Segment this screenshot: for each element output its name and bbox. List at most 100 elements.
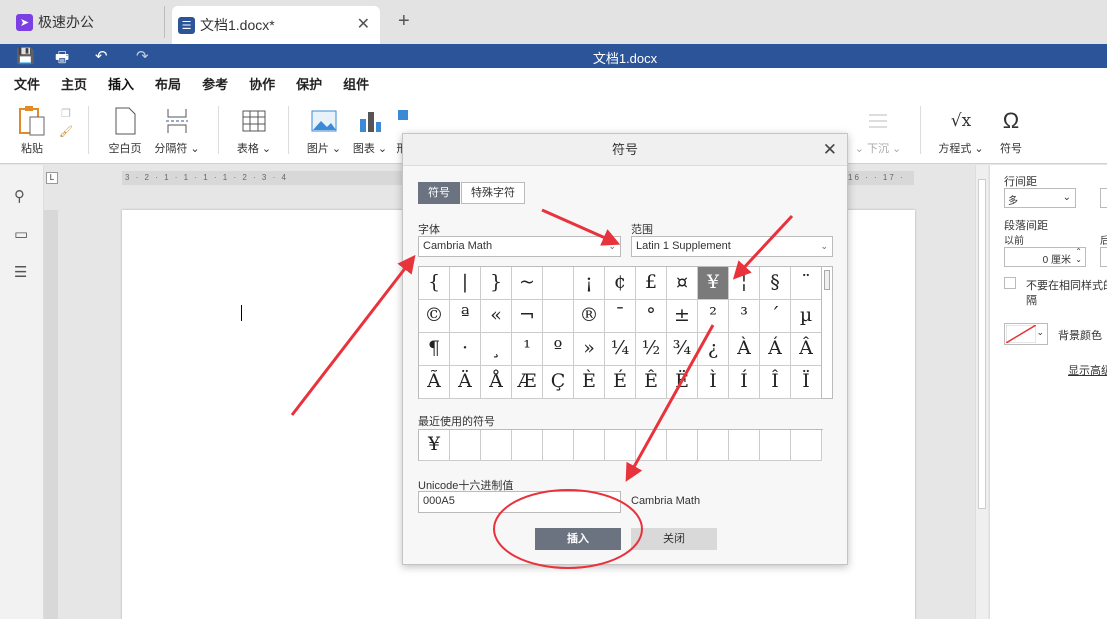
vertical-ruler[interactable] bbox=[44, 210, 58, 619]
recent-symbol-cell[interactable] bbox=[481, 430, 512, 461]
symbol-cell[interactable]: ´ bbox=[760, 300, 791, 333]
font-select[interactable]: Cambria Math ⌄ bbox=[418, 236, 621, 257]
same-style-checkbox[interactable] bbox=[1004, 277, 1016, 289]
symbol-cell[interactable]: { bbox=[419, 267, 450, 300]
close-button[interactable]: 关闭 bbox=[631, 528, 717, 550]
symbol-cell[interactable]: © bbox=[419, 300, 450, 333]
symbol-cell[interactable]: É bbox=[605, 366, 636, 399]
symbol-cell[interactable]: £ bbox=[636, 267, 667, 300]
menu-protect[interactable]: 保护 bbox=[296, 74, 322, 93]
symbol-cell[interactable]: ½ bbox=[636, 333, 667, 366]
menu-references[interactable]: 参考 bbox=[202, 74, 228, 93]
recent-symbol-cell[interactable] bbox=[605, 430, 636, 461]
copy-format-button[interactable]: ❐ 🖌 bbox=[56, 106, 76, 142]
recent-symbol-cell[interactable] bbox=[574, 430, 605, 461]
equation-button[interactable]: √x 方程式 ⌄ bbox=[936, 106, 986, 156]
symbol-cell[interactable]: ± bbox=[667, 300, 698, 333]
symbol-cell[interactable]: ¬ bbox=[512, 300, 543, 333]
recent-symbol-cell[interactable] bbox=[512, 430, 543, 461]
menu-collaborate[interactable]: 协作 bbox=[249, 74, 275, 93]
symbol-cell[interactable]: Ç bbox=[543, 366, 574, 399]
symbol-button[interactable]: Ω 符号 bbox=[996, 106, 1026, 156]
menu-insert[interactable]: 插入 bbox=[108, 74, 135, 100]
recent-symbol-cell[interactable] bbox=[667, 430, 698, 461]
symbol-cell[interactable]: È bbox=[574, 366, 605, 399]
symbol-cell[interactable]: ¹ bbox=[512, 333, 543, 366]
picture-button[interactable]: 图片 ⌄ bbox=[304, 106, 344, 156]
table-button[interactable]: 表格 ⌄ bbox=[234, 106, 274, 156]
symbol-cell[interactable]: ¡ bbox=[574, 267, 605, 300]
recent-symbol-cell[interactable] bbox=[450, 430, 481, 461]
recent-symbol-cell[interactable] bbox=[543, 430, 574, 461]
line-spacing-value-field[interactable] bbox=[1100, 188, 1107, 208]
symbol-cell[interactable]: ¸ bbox=[481, 333, 512, 366]
tab-symbol[interactable]: 符号 bbox=[418, 182, 460, 204]
symbol-cell[interactable]: Á bbox=[760, 333, 791, 366]
chart-button[interactable]: 图表 ⌄ bbox=[350, 106, 390, 156]
menu-file[interactable]: 文件 bbox=[14, 74, 40, 93]
symbol-cell[interactable]: Æ bbox=[512, 366, 543, 399]
vertical-scrollbar[interactable] bbox=[975, 165, 988, 619]
spacing-after-input[interactable] bbox=[1100, 247, 1107, 267]
symbol-cell[interactable]: ® bbox=[574, 300, 605, 333]
range-select[interactable]: Latin 1 Supplement ⌄ bbox=[631, 236, 833, 257]
symbol-cell[interactable]: Ä bbox=[450, 366, 481, 399]
tab-document[interactable]: ☰ 文档1.docx* ✕ bbox=[172, 6, 380, 44]
unicode-hex-input[interactable]: 000A5 bbox=[418, 491, 621, 513]
symbol-cell[interactable]: } bbox=[481, 267, 512, 300]
outline-icon[interactable]: ☰ bbox=[14, 263, 27, 281]
recent-symbol-cell[interactable] bbox=[636, 430, 667, 461]
symbol-cell[interactable]: ³ bbox=[729, 300, 760, 333]
recent-symbol-cell[interactable] bbox=[760, 430, 791, 461]
symbol-cell[interactable]: Í bbox=[729, 366, 760, 399]
menu-layout[interactable]: 布局 bbox=[155, 74, 181, 93]
spacing-before-input[interactable]: 0 厘米 ⌃ ⌄ bbox=[1004, 247, 1086, 267]
close-icon[interactable]: ✕ bbox=[823, 140, 837, 160]
close-tab-icon[interactable]: ✕ bbox=[357, 14, 370, 34]
symbol-cell[interactable]: Ë bbox=[667, 366, 698, 399]
insert-button[interactable]: 插入 bbox=[535, 528, 621, 550]
symbol-grid-scrollbar[interactable] bbox=[821, 266, 833, 399]
scrollbar-thumb[interactable] bbox=[824, 270, 830, 290]
tab-stop-selector[interactable]: L bbox=[46, 172, 58, 184]
search-icon[interactable]: ⚲ bbox=[14, 187, 25, 205]
symbol-cell[interactable]: Ã bbox=[419, 366, 450, 399]
symbol-cell[interactable]: Ï bbox=[791, 366, 822, 399]
new-tab-icon[interactable]: + bbox=[398, 10, 410, 33]
line-spacing-select[interactable]: 多 ⌄ bbox=[1004, 188, 1076, 208]
symbol-cell[interactable]: § bbox=[760, 267, 791, 300]
recent-symbol-cell[interactable] bbox=[791, 430, 822, 461]
symbol-cell[interactable]: ¼ bbox=[605, 333, 636, 366]
menu-components[interactable]: 组件 bbox=[343, 74, 369, 93]
stepper-icon[interactable]: ⌃ ⌄ bbox=[1075, 248, 1082, 264]
symbol-cell[interactable]: ¤ bbox=[667, 267, 698, 300]
symbol-cell[interactable]: ¨ bbox=[791, 267, 822, 300]
symbol-cell[interactable] bbox=[543, 300, 574, 333]
menu-home[interactable]: 主页 bbox=[61, 74, 87, 93]
symbol-cell[interactable]: Â bbox=[791, 333, 822, 366]
recent-symbol-cell[interactable]: ¥ bbox=[419, 430, 450, 461]
symbol-cell[interactable]: ¦ bbox=[729, 267, 760, 300]
symbol-cell[interactable]: Å bbox=[481, 366, 512, 399]
symbol-cell[interactable]: · bbox=[450, 333, 481, 366]
background-color-picker[interactable]: ⌄ bbox=[1004, 323, 1048, 345]
symbol-cell[interactable]: ¢ bbox=[605, 267, 636, 300]
symbol-cell[interactable] bbox=[543, 267, 574, 300]
symbol-cell[interactable]: ° bbox=[636, 300, 667, 333]
tab-special-characters[interactable]: 特殊字符 bbox=[461, 182, 525, 204]
scrollbar-thumb[interactable] bbox=[978, 179, 986, 509]
symbol-cell[interactable]: ¥ bbox=[698, 267, 729, 300]
recent-symbol-cell[interactable] bbox=[729, 430, 760, 461]
symbol-cell[interactable]: Ì bbox=[698, 366, 729, 399]
symbol-cell[interactable]: ¿ bbox=[698, 333, 729, 366]
symbol-cell[interactable]: µ bbox=[791, 300, 822, 333]
symbol-cell[interactable]: ~ bbox=[512, 267, 543, 300]
show-advanced-link[interactable]: 显示高级 bbox=[1068, 362, 1107, 378]
symbol-cell[interactable]: Î bbox=[760, 366, 791, 399]
symbol-cell[interactable]: ª bbox=[450, 300, 481, 333]
page-break-button[interactable]: 分隔符 ⌄ bbox=[154, 106, 200, 156]
symbol-cell[interactable]: Ê bbox=[636, 366, 667, 399]
symbol-cell[interactable]: « bbox=[481, 300, 512, 333]
tab-app-home[interactable]: ➤ 极速办公 bbox=[0, 6, 165, 38]
symbol-cell[interactable]: ¯ bbox=[605, 300, 636, 333]
